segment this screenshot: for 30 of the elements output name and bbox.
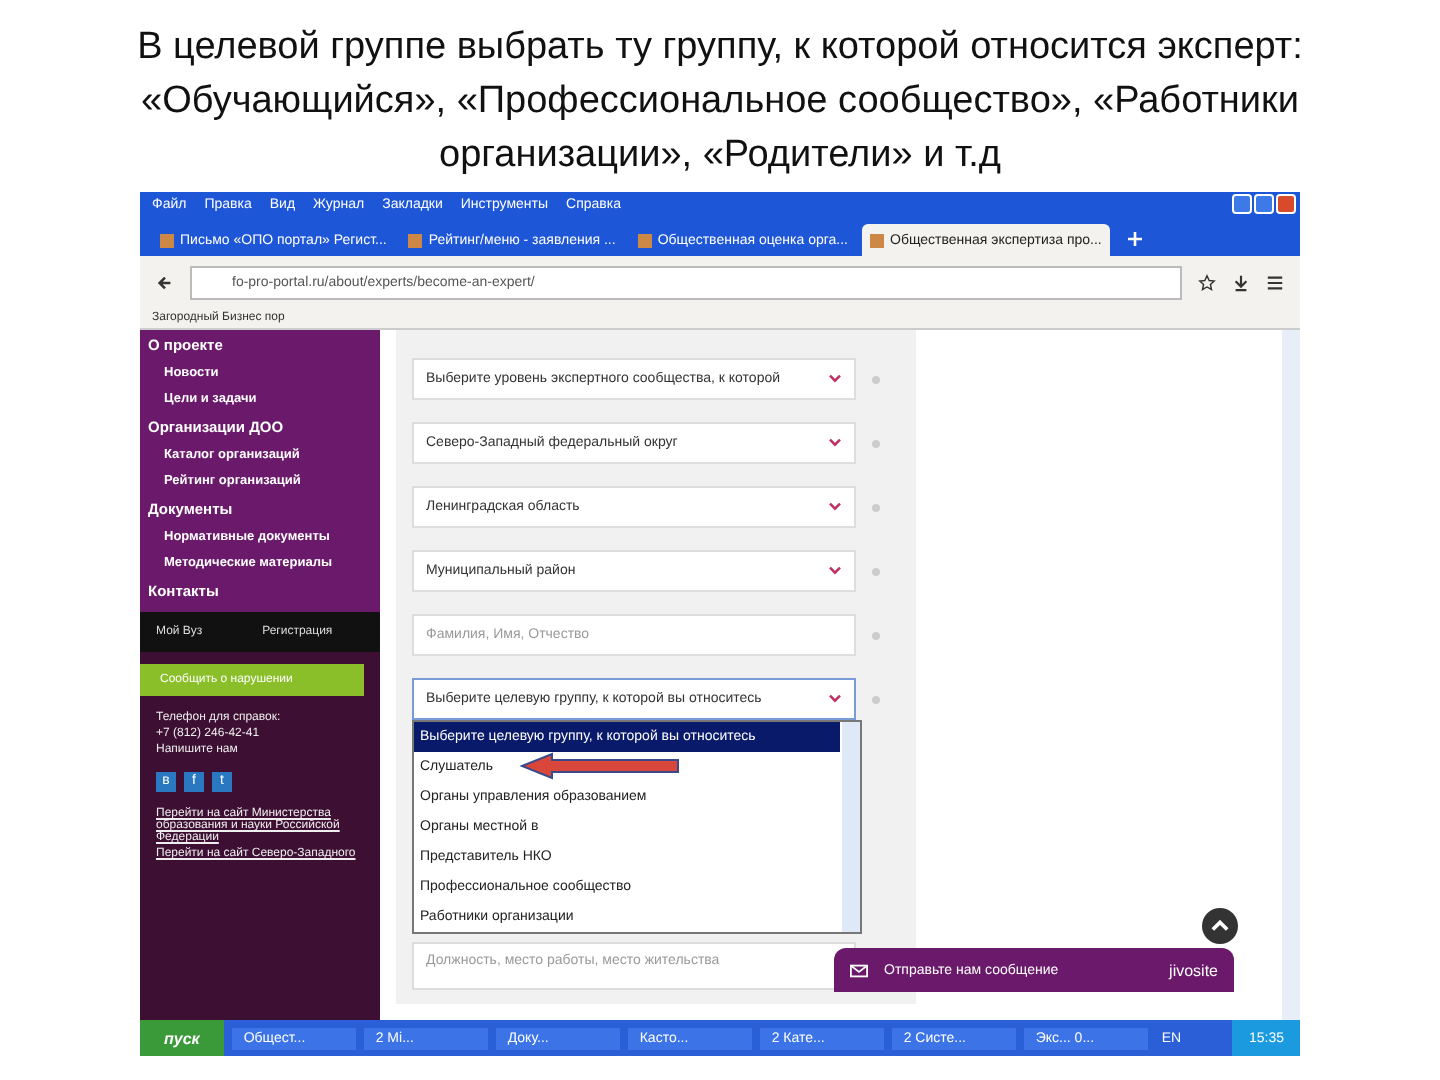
- chevron-icon: [828, 438, 842, 448]
- slide-title: В целевой группе выбрать ту группу, к которой относится эксперт: «Обучающийся», «Профессиональное сообщество», «Работники организации», «Родители» и т.д: [135, 24, 1305, 180]
- chevron-icon: [828, 694, 842, 704]
- hint-icon: [872, 567, 880, 575]
- close-button[interactable]: [1276, 194, 1296, 214]
- new-tab-icon[interactable]: [1127, 232, 1142, 246]
- star-icon[interactable]: [1198, 273, 1216, 291]
- minimize-button[interactable]: [1232, 194, 1252, 214]
- hint-icon: [872, 695, 880, 703]
- back-icon[interactable]: [156, 273, 174, 291]
- chevron-icon: [828, 502, 842, 512]
- start-button[interactable]: пуск: [140, 1020, 224, 1056]
- chat-brand: jivosite: [1169, 961, 1218, 979]
- hint-icon: [872, 375, 880, 383]
- hint-icon: [872, 631, 880, 639]
- download-icon[interactable]: [1232, 273, 1250, 291]
- scrollbar[interactable]: [842, 722, 860, 932]
- favicon-icon: [160, 233, 174, 247]
- hint-icon: [872, 439, 880, 447]
- chevron-icon: [828, 374, 842, 384]
- maximize-button[interactable]: [1254, 194, 1274, 214]
- scroll-up-icon[interactable]: [1202, 908, 1238, 944]
- favicon-icon: [408, 233, 423, 247]
- menu-icon[interactable]: [1266, 273, 1284, 291]
- hint-icon: [872, 503, 880, 511]
- scrollbar[interactable]: [1282, 330, 1300, 1020]
- chevron-icon: [828, 566, 842, 576]
- favicon-icon: [637, 233, 652, 247]
- favicon-icon: [870, 233, 885, 247]
- envelope-icon: [850, 963, 868, 977]
